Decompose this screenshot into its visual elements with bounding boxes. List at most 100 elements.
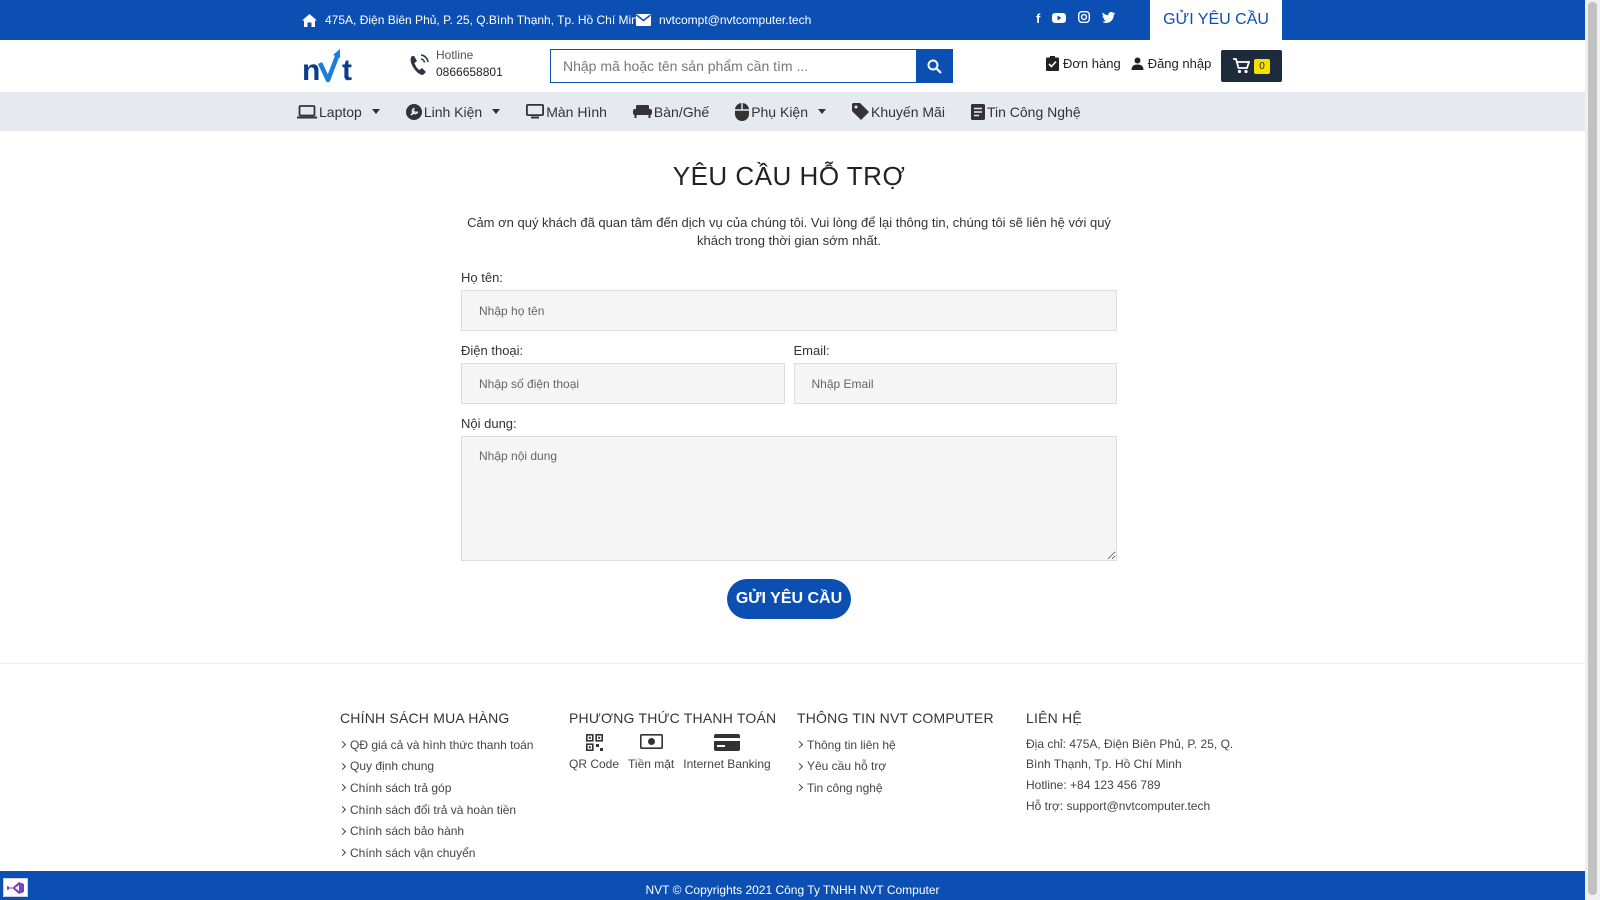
search-input[interactable] xyxy=(550,49,916,83)
cart-icon xyxy=(1233,58,1251,74)
nav-label: Khuyến Mãi xyxy=(871,103,945,120)
page-title: YÊU CẦU HỖ TRỢ xyxy=(672,161,906,191)
search-button[interactable] xyxy=(916,49,953,83)
nav-item-laptop[interactable]: Laptop xyxy=(297,104,380,120)
phone-field[interactable] xyxy=(461,363,785,404)
social-links: f xyxy=(1036,10,1116,26)
hotline-number: 0866658801 xyxy=(436,65,503,79)
home-icon xyxy=(302,13,317,27)
policy-link[interactable]: Quy định chung xyxy=(338,756,533,778)
chevron-right-icon xyxy=(338,762,347,770)
policy-link-label: Chính sách trả góp xyxy=(350,780,452,795)
scrollbar-thumb[interactable] xyxy=(1588,2,1597,895)
payment-label: QR Code xyxy=(569,757,620,771)
contact-hotline: Hotline: +84 123 456 789 xyxy=(1026,778,1161,792)
chevron-right-icon xyxy=(338,827,347,835)
payment-title: PHƯƠNG THỨC THANH TOÁN xyxy=(569,710,777,726)
chevron-right-icon xyxy=(338,806,347,814)
contact-address: Địa chỉ: 475A, Điện Biên Phủ, P. 25, Q. … xyxy=(1026,737,1234,771)
support-form: YÊU CẦU HỖ TRỢ Cảm ơn quý khách đã quan … xyxy=(461,131,1117,619)
policy-link-label: Chính sách bảo hành xyxy=(350,824,465,839)
policy-link[interactable]: QĐ giá cả và hình thức thanh toán xyxy=(338,734,534,756)
nav-item-monitor[interactable]: Màn Hình xyxy=(526,104,607,120)
chevron-right-icon xyxy=(795,784,804,792)
youtube-icon[interactable] xyxy=(1052,11,1067,26)
policy-link-label: Chính sách đổi trả và hoàn tiền xyxy=(350,802,517,817)
nav-item-tech-news[interactable]: Tin Công Nghệ xyxy=(970,103,1081,120)
info-link-label: Tin công nghệ xyxy=(807,780,883,795)
chevron-right-icon xyxy=(338,849,347,857)
info-link-label: Yêu cầu hỗ trợ xyxy=(807,759,887,774)
policy-title: CHÍNH SÁCH MUA HÀNG xyxy=(340,710,510,726)
payment-banking: Internet Banking xyxy=(683,734,771,771)
footer-policy: CHÍNH SÁCH MUA HÀNG QĐ giá cả và hình th… xyxy=(338,710,534,864)
policy-link[interactable]: Chính sách bảo hành xyxy=(338,820,533,842)
user-icon xyxy=(1131,57,1144,70)
nav-label: Tin Công Nghệ xyxy=(986,103,1081,120)
email-label: Email: xyxy=(793,343,830,358)
name-field[interactable] xyxy=(461,290,1117,331)
cart-button[interactable]: 0 xyxy=(1221,50,1282,82)
info-link[interactable]: Tin công nghệ xyxy=(795,777,994,799)
nav-label: Linh Kiện xyxy=(423,103,483,120)
footer-contact: LIÊN HỆ Địa chỉ: 475A, Điện Biên Phủ, P.… xyxy=(1026,710,1256,816)
cart-count-badge: 0 xyxy=(1254,58,1270,74)
submit-request-button[interactable]: GỬI YÊU CẦU xyxy=(727,579,851,619)
address-text: 475A, Điện Biên Phủ, P. 25, Q.Bình Thạnh… xyxy=(325,13,645,27)
login-link[interactable]: Đăng nhập xyxy=(1131,56,1212,71)
phone-label: Điện thoại: xyxy=(461,343,524,358)
name-label: Họ tên: xyxy=(461,270,503,285)
top-email[interactable]: nvtcompt@nvtcomputer.tech xyxy=(636,13,811,27)
payment-cash: Tiền mặt xyxy=(628,734,674,771)
instagram-icon[interactable] xyxy=(1078,10,1091,26)
svg-text:n: n xyxy=(302,54,320,87)
top-address: 475A, Điện Biên Phủ, P. 25, Q.Bình Thạnh… xyxy=(302,13,645,27)
top-bar: 475A, Điện Biên Phủ, P. 25, Q.Bình Thạnh… xyxy=(0,0,1585,40)
couch-icon xyxy=(632,105,652,118)
nav-item-accessories[interactable]: Phụ Kiện xyxy=(735,102,827,121)
nav-item-furniture[interactable]: Bàn/Ghế xyxy=(632,103,710,120)
send-request-top-button[interactable]: GỬI YÊU CẦU xyxy=(1150,0,1282,40)
policy-link[interactable]: Chính sách đổi trả và hoàn tiền xyxy=(338,799,533,821)
search-bar xyxy=(550,49,953,83)
copyright-bar: NVT © Copyrights 2021 Công Ty TNHH NVT C… xyxy=(0,871,1585,900)
info-link[interactable]: Yêu cầu hỗ trợ xyxy=(795,756,994,778)
email-field[interactable] xyxy=(793,363,1117,404)
footer-payment: PHƯƠNG THỨC THANH TOÁN QR Code Tiền mặt … xyxy=(569,710,776,771)
chevron-down-icon xyxy=(492,109,501,114)
hotline[interactable]: Hotline 0866658801 xyxy=(408,48,503,79)
info-link-label: Thông tin liên hệ xyxy=(807,737,896,752)
header: n t Hotline 0866658801 Đơn hàng Đăng nhậ… xyxy=(0,40,1585,92)
payment-label: Internet Banking xyxy=(683,757,771,771)
footer-info: THÔNG TIN NVT COMPUTER Thông tin liên hệ… xyxy=(795,710,994,799)
nav-label: Bàn/Ghế xyxy=(653,103,710,120)
info-link[interactable]: Thông tin liên hệ xyxy=(795,734,994,756)
nav-item-components[interactable]: Linh Kiện xyxy=(405,103,501,120)
policy-link[interactable]: Chính sách trả góp xyxy=(338,777,533,799)
wrench-icon xyxy=(405,103,422,120)
policy-link[interactable]: Chính sách vận chuyển xyxy=(338,842,533,864)
content-textarea[interactable] xyxy=(461,436,1117,561)
facebook-icon[interactable]: f xyxy=(1036,11,1040,26)
info-title: THÔNG TIN NVT COMPUTER xyxy=(797,710,994,726)
clipboard-check-icon xyxy=(1046,56,1059,71)
payment-label: Tiền mặt xyxy=(628,757,675,771)
qr-code-icon xyxy=(585,734,603,751)
contact-support: Hỗ trợ: support@nvtcomputer.tech xyxy=(1026,799,1211,813)
visual-studio-icon[interactable] xyxy=(3,878,28,897)
orders-link[interactable]: Đơn hàng xyxy=(1046,56,1121,71)
chevron-down-icon xyxy=(818,109,827,114)
cash-icon xyxy=(639,734,663,749)
policy-link-label: QĐ giá cả và hình thức thanh toán xyxy=(350,737,534,752)
scrollbar[interactable] xyxy=(1585,0,1600,900)
twitter-icon[interactable] xyxy=(1102,11,1116,26)
nvt-logo[interactable]: n t xyxy=(302,47,364,87)
laptop-icon xyxy=(297,104,317,118)
phone-icon xyxy=(410,54,429,75)
nav-item-promotions[interactable]: Khuyến Mãi xyxy=(852,103,945,120)
intro-text: Cảm ơn quý khách đã quan tâm đến dịch vụ… xyxy=(467,215,1111,248)
mouse-icon xyxy=(735,102,750,121)
chevron-right-icon xyxy=(338,784,347,792)
nav-label: Phụ Kiện xyxy=(751,103,809,120)
login-label: Đăng nhập xyxy=(1147,56,1212,71)
